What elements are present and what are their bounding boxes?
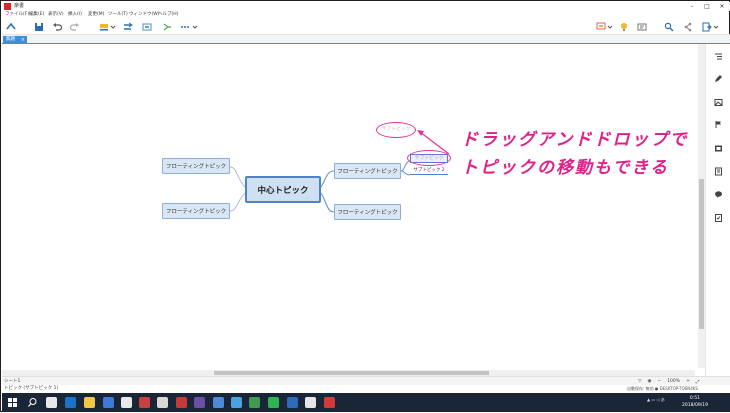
app-gray-icon[interactable] (157, 397, 168, 408)
comment-icon[interactable] (714, 190, 723, 199)
floating-topic-right-bottom[interactable]: フローティングトピック (334, 204, 401, 220)
edge-icon[interactable] (65, 397, 76, 408)
search-icon[interactable] (664, 22, 674, 32)
menu-help[interactable]: ヘルプ(H) (158, 11, 178, 19)
chevron-down-icon[interactable] (713, 22, 719, 32)
clock[interactable]: 0:51 2018/09/19 (682, 395, 708, 409)
task-icon[interactable] (714, 213, 723, 222)
fit-icon[interactable]: ⤢ (696, 379, 700, 385)
menu-view[interactable]: 表示(V) (48, 11, 64, 19)
floating-topic-left-top[interactable]: フローティングトピック (162, 158, 230, 174)
maximize-button[interactable]: □ (700, 2, 714, 11)
central-topic[interactable]: 中心トピック (245, 176, 321, 203)
app-white-icon[interactable] (305, 397, 316, 408)
notes-icon[interactable] (714, 167, 723, 176)
tab-bar: 無題 × (2, 35, 730, 44)
app-navy-icon[interactable] (287, 397, 298, 408)
ghost-subtopic: サブトピック (381, 127, 411, 132)
task-view-icon[interactable] (46, 397, 57, 408)
menu-bar: ファイル(F) 編集(E) 表示(V) 挿入(I) 変更(M) ツール(T) ウ… (2, 11, 730, 19)
selection-status: トピック (サブトピック 1) (4, 386, 59, 391)
title-bar: 楽書 – □ ✕ (2, 2, 730, 11)
undo-icon[interactable] (52, 22, 62, 32)
annotation-line-2: トピックの移動もできる (461, 158, 669, 178)
vertical-scroll-thumb[interactable] (699, 179, 704, 329)
home-icon[interactable] (6, 22, 16, 32)
subtopic-2[interactable]: サブトピック 2 (410, 166, 448, 175)
system-tray-icons[interactable]: ▲ ▭ ◁ あ (647, 397, 665, 403)
sheet-tab[interactable]: シート1 (4, 378, 20, 385)
close-window-button[interactable]: ✕ (715, 2, 729, 11)
chevron-down-icon[interactable] (110, 22, 116, 32)
menu-modify[interactable]: 変更(M) (88, 11, 104, 19)
zoom-out-icon[interactable]: − (657, 379, 661, 384)
menu-window[interactable]: ウィンドウ(W) (129, 11, 159, 19)
flag-icon[interactable] (714, 120, 723, 129)
vertical-scrollbar[interactable] (698, 44, 705, 368)
windows-start-icon[interactable] (8, 398, 17, 407)
boundary-icon[interactable] (142, 22, 152, 32)
minimize-button[interactable]: – (685, 2, 699, 11)
app-purple-icon[interactable] (194, 397, 205, 408)
topic-style-icon[interactable] (99, 22, 109, 32)
chevron-down-icon[interactable] (607, 22, 613, 32)
image-icon[interactable] (714, 98, 723, 107)
zoom-level: 100% (667, 379, 681, 384)
menu-edit[interactable]: 編集(E) (29, 11, 44, 19)
clock-date: 2018/09/19 (682, 403, 708, 408)
app-logo-icon (4, 3, 11, 10)
info-right: 自動保存: 無効 ● DESKTOP-TQ6N4KS (627, 385, 698, 393)
app-window: 楽書 – □ ✕ ファイル(F) 編集(E) 表示(V) 挿入(I) 変更(M)… (0, 0, 730, 412)
app-green-icon[interactable] (249, 397, 260, 408)
info-bar: トピック (サブトピック 1) 自動保存: 無効 ● DESKTOP-TQ6N4… (2, 385, 730, 393)
line-icon[interactable] (268, 397, 279, 408)
window-title: 楽書 (14, 3, 25, 9)
app-blue-icon[interactable] (213, 397, 224, 408)
presentation-icon[interactable] (596, 22, 606, 32)
app-lightblue-icon[interactable] (231, 397, 242, 408)
chevron-down-icon[interactable] (192, 22, 198, 32)
tab-label: 無題 (6, 37, 15, 42)
dragged-subtopic[interactable]: サブトピック (410, 154, 448, 163)
share-icon[interactable] (683, 22, 693, 32)
floating-topic-left-bottom[interactable]: フローティングトピック (162, 203, 230, 219)
taskbar: ▲ ▭ ◁ あ 0:51 2018/09/19 (2, 393, 730, 412)
more-icon[interactable] (180, 22, 190, 32)
zoom-in-icon[interactable]: + (686, 379, 690, 384)
slideshow-icon[interactable] (637, 22, 647, 32)
close-icon[interactable]: × (21, 36, 25, 44)
filter-icon[interactable]: ▽ (638, 379, 641, 384)
floating-topic-right-top[interactable]: フローティングトピック (334, 163, 401, 179)
xmind-app-icon[interactable] (176, 397, 187, 408)
file-explorer-icon[interactable] (84, 397, 95, 408)
app-red-icon[interactable] (139, 397, 150, 408)
menu-file[interactable]: ファイル(F) (5, 11, 29, 19)
horizontal-scroll-thumb[interactable] (214, 371, 489, 375)
clipart-icon[interactable] (714, 144, 723, 153)
autosave-status: 自動保存: 無効 (627, 386, 654, 391)
calculator-icon[interactable] (121, 397, 132, 408)
search-icon[interactable] (27, 397, 38, 408)
outline-icon[interactable] (714, 52, 723, 61)
toolbar (2, 19, 730, 35)
relationship-icon[interactable] (123, 22, 133, 32)
eye-icon[interactable]: ◉ (647, 379, 651, 384)
machine-name: DESKTOP-TQ6N4KS (659, 386, 698, 391)
redo-icon[interactable] (70, 22, 80, 32)
xmind-active-icon[interactable] (324, 397, 335, 408)
tab-document[interactable]: 無題 × (3, 36, 27, 44)
status-bar: シート1 ▽ ◉ − 100% + ⤢ (2, 376, 730, 385)
lightbulb-icon[interactable] (619, 22, 629, 32)
menu-insert[interactable]: 挿入(I) (68, 11, 82, 19)
side-panel (705, 44, 730, 376)
format-brush-icon[interactable] (714, 74, 723, 83)
summary-icon[interactable] (162, 22, 172, 32)
export-icon[interactable] (702, 22, 712, 32)
store-icon[interactable] (103, 397, 114, 408)
menu-tools[interactable]: ツール(T) (108, 11, 128, 19)
clock-time: 0:51 (689, 396, 701, 401)
annotation-line-1: ドラッグアンドドロップで (461, 130, 689, 150)
save-icon[interactable] (34, 22, 44, 32)
